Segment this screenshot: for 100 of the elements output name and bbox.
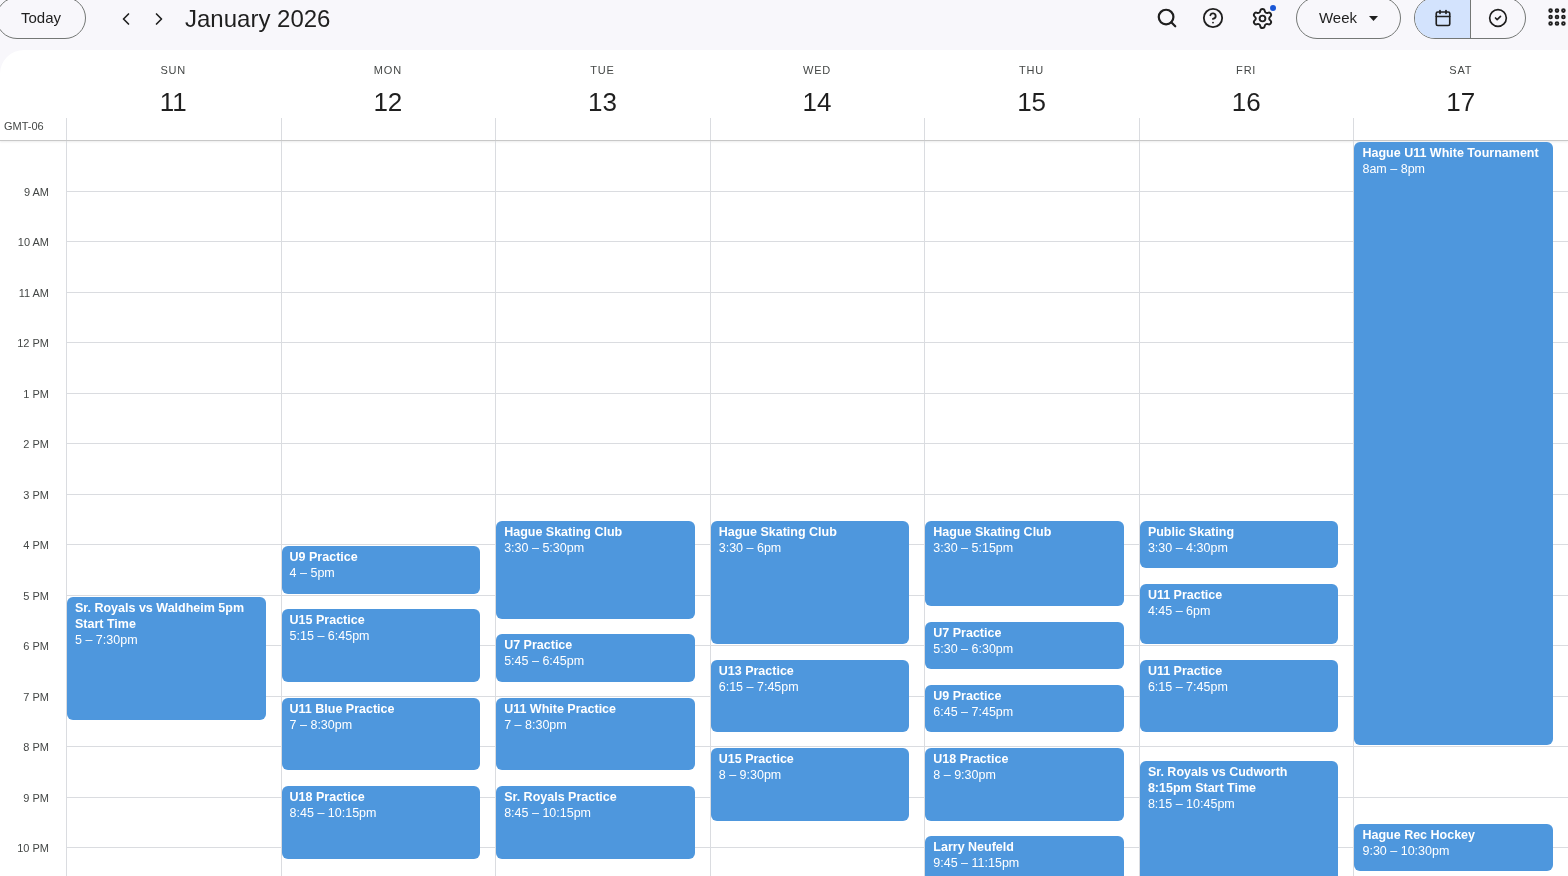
- event-title: U15 Practice: [718, 751, 795, 767]
- date-number[interactable]: 16: [1231, 86, 1261, 117]
- weekday-label: TUE: [590, 63, 615, 78]
- hour-label: 8 PM: [23, 740, 49, 754]
- event-title: U13 Practice: [718, 662, 795, 679]
- event-card[interactable]: U7 Practice 5:45 – 6:45pm: [496, 634, 695, 682]
- weekday-label: MON: [373, 63, 402, 78]
- hour-label: 1 PM: [23, 386, 49, 401]
- hour-label: 5 PM: [23, 588, 49, 603]
- event-time: 9:30 – 10:30pm: [1362, 842, 1451, 859]
- event-title: U11 White Practice: [504, 700, 617, 717]
- event-title: U15 Practice: [289, 612, 366, 629]
- event-time: 3:30 – 6pm: [718, 539, 783, 556]
- search-icon: [1156, 7, 1178, 29]
- event-card[interactable]: U7 Practice 5:30 – 6:30pm: [925, 621, 1124, 670]
- event-card[interactable]: U15 Practice 5:15 – 6:45pm: [281, 609, 481, 682]
- event-time: 3:30 – 4:30pm: [1147, 539, 1229, 556]
- check-circle-icon: [1488, 8, 1508, 28]
- caret-icon: [1369, 15, 1379, 21]
- date-number[interactable]: 13: [588, 86, 617, 117]
- date-number[interactable]: 17: [1446, 86, 1476, 117]
- event-time: 6:15 – 7:45pm: [1147, 678, 1229, 695]
- help-icon: [1202, 7, 1224, 29]
- event-time: 5 – 7:30pm: [75, 631, 139, 648]
- date-number[interactable]: 11: [159, 86, 187, 117]
- event-title: Hague Rec Hockey: [1362, 826, 1477, 843]
- event-card[interactable]: Larry Neufeld 9:45 – 11:15pm: [925, 836, 1124, 876]
- event-title: Public Skating: [1147, 523, 1236, 540]
- apps-grid-icon: [1546, 6, 1568, 28]
- event-card[interactable]: U11 Practice 4:45 – 6pm: [1139, 583, 1339, 644]
- event-card[interactable]: Public Skating 3:30 – 4:30pm: [1139, 520, 1339, 569]
- event-title: U11 Practice: [1147, 662, 1224, 679]
- event-title: U18 Practice: [289, 788, 366, 805]
- event-time: 5:45 – 6:45pm: [504, 653, 586, 670]
- event-card[interactable]: Hague Skating Club 3:30 – 5:30pm: [496, 520, 695, 619]
- event-title: U7 Practice: [933, 624, 1003, 641]
- event-card[interactable]: Hague U11 White Tournament 8am – 8pm: [1354, 142, 1554, 745]
- event-card[interactable]: Sr. Royals vs Waldheim 5pm Start Time 5 – 7:30pm: [67, 596, 266, 720]
- event-card[interactable]: U11 White Practice 7 – 8:30pm: [496, 697, 695, 771]
- calendar-icon: [1433, 9, 1452, 27]
- month-title: January 2026: [185, 4, 331, 34]
- weekday-label: SAT: [1449, 63, 1473, 78]
- event-time: 7 – 8:30pm: [289, 716, 354, 733]
- settings-icon: [1251, 7, 1274, 30]
- calendar-view-toggle[interactable]: [1415, 0, 1470, 38]
- hour-label: 2 PM: [23, 437, 49, 451]
- event-title: Larry Neufeld: [933, 839, 1015, 856]
- event-title: U9 Practice: [289, 549, 359, 565]
- event-title: Sr. Royals Practice: [504, 788, 618, 805]
- weekday-label: FRI: [1236, 63, 1257, 78]
- event-time: 4 – 5pm: [289, 565, 336, 581]
- event-time: 4:45 – 6pm: [1147, 602, 1212, 619]
- event-title: U11 Practice: [1147, 586, 1224, 603]
- event-time: 5:30 – 6:30pm: [933, 640, 1015, 657]
- event-time: 3:30 – 5:30pm: [504, 539, 586, 556]
- event-card[interactable]: Sr. Royals Practice 8:45 – 10:15pm: [496, 785, 695, 859]
- event-title: Hague Skating Club: [718, 523, 838, 540]
- event-card[interactable]: Hague Skating Club 3:30 – 6pm: [710, 520, 910, 644]
- event-time: 8 – 9:30pm: [933, 767, 997, 783]
- event-card[interactable]: Sr. Royals vs Cudworth 8:15pm Start Time 8:15 – 10:45pm: [1139, 760, 1339, 876]
- hour-label: 9 PM: [23, 790, 49, 805]
- apps-button[interactable]: [1546, 6, 1568, 28]
- event-card[interactable]: U13 Practice 6:15 – 7:45pm: [710, 659, 910, 733]
- event-time: 8:15 – 10:45pm: [1147, 795, 1236, 812]
- event-time: 7 – 8:30pm: [504, 716, 568, 733]
- date-number[interactable]: 14: [802, 86, 832, 117]
- hour-label: 10 PM: [17, 841, 49, 855]
- event-title: Hague Skating Club: [504, 523, 624, 540]
- event-time: 6:45 – 7:45pm: [933, 703, 1015, 720]
- event-card[interactable]: Hague Skating Club 3:30 – 5:15pm: [925, 520, 1124, 607]
- event-time: 3:30 – 5:15pm: [933, 539, 1015, 556]
- hour-label: 10 AM: [17, 235, 49, 249]
- event-title: Hague U11 White Tournament: [1362, 145, 1540, 161]
- hour-label: 11 AM: [18, 285, 49, 300]
- event-time: 8:45 – 10:15pm: [289, 804, 378, 821]
- date-number[interactable]: 15: [1017, 86, 1047, 117]
- event-card[interactable]: U9 Practice 4 – 5pm: [281, 546, 481, 594]
- weekday-label: THU: [1019, 63, 1045, 78]
- event-time: 8am – 8pm: [1362, 161, 1426, 177]
- event-time: 6:15 – 7:45pm: [718, 678, 800, 695]
- event-card[interactable]: U18 Practice 8 – 9:30pm: [925, 748, 1124, 821]
- hour-label: 4 PM: [23, 538, 49, 552]
- hour-label: 9 AM: [23, 184, 49, 199]
- event-card[interactable]: Hague Rec Hockey 9:30 – 10:30pm: [1354, 823, 1554, 872]
- event-card[interactable]: U11 Practice 6:15 – 7:45pm: [1139, 659, 1339, 733]
- event-time: 8 – 9:30pm: [718, 767, 783, 783]
- event-time: 5:15 – 6:45pm: [289, 628, 371, 645]
- event-title: U18 Practice: [933, 751, 1010, 767]
- event-time: 9:45 – 11:15pm: [933, 855, 1021, 872]
- hour-label: 3 PM: [23, 487, 49, 502]
- event-card[interactable]: U9 Practice 6:45 – 7:45pm: [925, 684, 1124, 733]
- event-card[interactable]: U11 Blue Practice 7 – 8:30pm: [281, 697, 481, 771]
- event-card[interactable]: U15 Practice 8 – 9:30pm: [710, 748, 910, 821]
- weekday-label: WED: [803, 63, 832, 78]
- date-number[interactable]: 12: [373, 86, 403, 117]
- help-button[interactable]: [1200, 5, 1226, 31]
- hour-label: 7 PM: [23, 689, 49, 704]
- hour-label: 6 PM: [23, 639, 49, 653]
- event-card[interactable]: U18 Practice 8:45 – 10:15pm: [281, 785, 481, 859]
- hour-label: 12 PM: [17, 336, 49, 350]
